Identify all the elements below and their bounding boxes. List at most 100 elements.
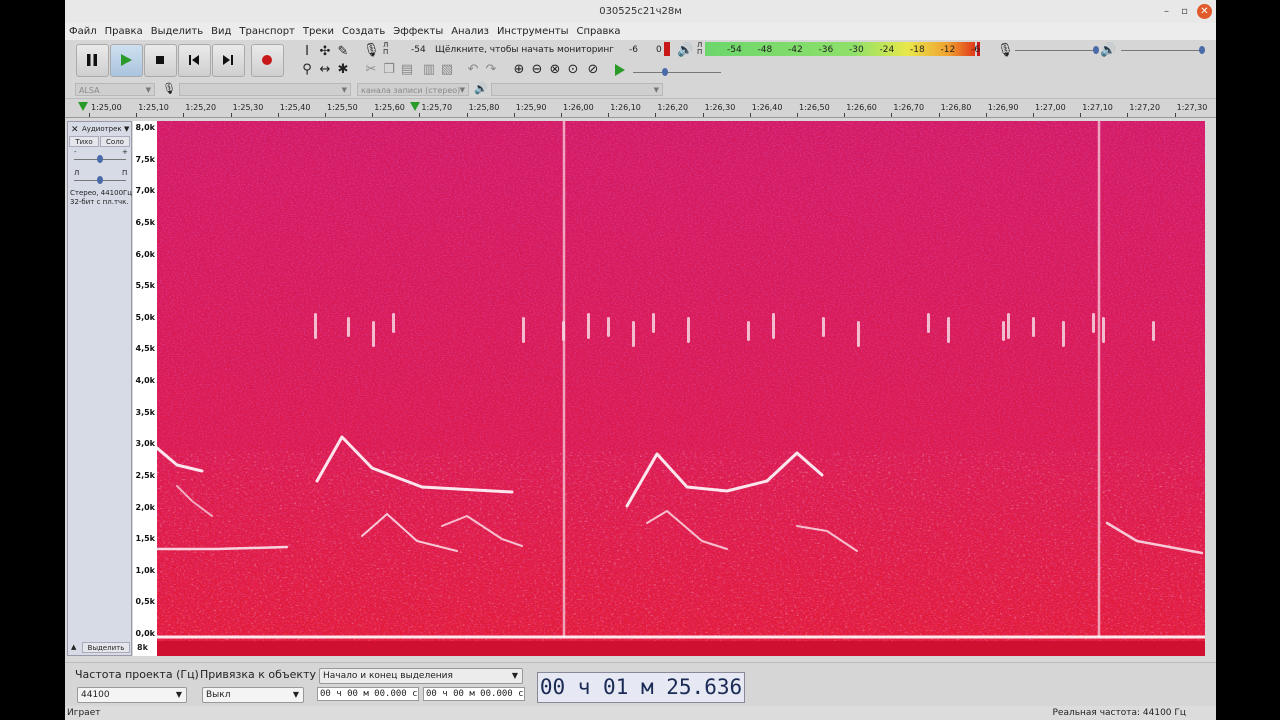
pulse-mark	[687, 317, 690, 343]
envelope-tool-icon[interactable]: ✣	[317, 44, 333, 60]
audio-position-display[interactable]: 00 ч 01 м 25.636 с	[537, 672, 745, 720]
track-menu-chevron-icon[interactable]: ▼	[124, 125, 129, 133]
playback-position-icon	[410, 102, 420, 111]
ruler-tick-mark	[230, 113, 232, 117]
play-speed-slider[interactable]	[633, 72, 721, 73]
play-meter-scale-label: -12	[940, 45, 956, 55]
selection-mode-select[interactable]: Начало и конец выделения ▼	[319, 668, 523, 684]
recording-device-select[interactable]: ▼	[179, 83, 351, 96]
playback-device-select[interactable]: ▼	[491, 83, 663, 96]
solo-button[interactable]: Соло	[100, 136, 130, 147]
frequency-label: 4,5k	[135, 344, 156, 354]
select-track-button[interactable]: Выделить	[82, 642, 130, 653]
zoom-toggle-icon[interactable]: ⊘	[585, 62, 601, 78]
chevron-down-icon: ▼	[145, 86, 151, 94]
play-volume-slider[interactable]	[1121, 50, 1203, 51]
zoom-tool-icon[interactable]: ⚲	[299, 62, 315, 78]
play-button[interactable]	[110, 44, 143, 77]
zoom-out-icon[interactable]: ⊖	[529, 62, 545, 78]
stop-button[interactable]	[144, 44, 177, 77]
pulse-mark	[772, 313, 775, 339]
play-speed-thumb[interactable]	[662, 68, 668, 76]
selection-end-field[interactable]: 00 ч 00 м 00.000 с	[423, 687, 525, 701]
redo-icon[interactable]: ↷	[483, 62, 499, 78]
record-volume-icon: 🎙	[997, 43, 1014, 58]
record-meter-hint[interactable]: Щёлкните, чтобы начать мониторинг	[435, 45, 614, 55]
pause-icon	[87, 54, 97, 66]
play-meter-channels: Л П	[697, 41, 703, 56]
frequency-label: 1,5k	[135, 534, 156, 544]
selection-start-field[interactable]: 00 ч 00 м 00.000 с	[317, 687, 419, 701]
close-track-icon[interactable]: ✕	[71, 125, 79, 135]
ruler-tick-label: 1:27,20	[1129, 103, 1161, 112]
track-name[interactable]: Аудиотрек	[82, 125, 122, 133]
menu-transport[interactable]: Транспорт	[235, 23, 298, 40]
skip-start-button[interactable]	[178, 44, 211, 77]
ruler-tick-mark	[844, 113, 846, 117]
menu-view[interactable]: Вид	[207, 23, 235, 40]
maximize-icon[interactable]: ▫	[1177, 4, 1192, 19]
menu-file[interactable]: Файл	[65, 23, 101, 40]
cut-icon[interactable]: ✂	[363, 62, 379, 78]
close-icon[interactable]: ✕	[1197, 4, 1212, 19]
pulse-mark	[632, 321, 635, 347]
pulse-mark	[522, 317, 525, 343]
fit-selection-icon[interactable]: ⊗	[547, 62, 563, 78]
audio-host-select[interactable]: ALSA ▼	[75, 83, 155, 96]
gain-thumb[interactable]	[97, 155, 103, 163]
pause-button[interactable]	[76, 44, 109, 77]
menu-effects[interactable]: Эффекты	[389, 23, 447, 40]
minimize-icon[interactable]: –	[1159, 4, 1174, 19]
silence-icon[interactable]: ▧	[439, 62, 455, 78]
speaker-icon[interactable]: 🔊	[677, 43, 693, 59]
play-at-speed-icon[interactable]	[614, 64, 626, 76]
record-button[interactable]	[251, 44, 284, 77]
play-meter-scale-label: -54	[727, 45, 742, 55]
paste-icon[interactable]: ▤	[399, 62, 415, 78]
trim-icon[interactable]: ▥	[421, 62, 437, 78]
play-meter-scale-label: -48	[757, 45, 773, 55]
menu-edit[interactable]: Правка	[101, 23, 147, 40]
zoom-in-icon[interactable]: ⊕	[511, 62, 527, 78]
copy-icon[interactable]: ❐	[381, 62, 397, 78]
ruler-tick-label: 1:26,20	[657, 103, 689, 112]
pulse-mark	[1032, 317, 1035, 337]
recording-channels-select[interactable]: канала записи (стерео) ▼	[357, 83, 469, 96]
timeline-ruler[interactable]: 1:25,00 1:25,10 1:25,20 1:25,30 1:25,40 1:25,…	[65, 99, 1216, 118]
frequency-label: 7,0k	[135, 186, 156, 196]
menu-generate[interactable]: Создать	[338, 23, 389, 40]
fit-project-icon[interactable]: ⊙	[565, 62, 581, 78]
pulse-mark	[607, 317, 610, 337]
ruler-tick-label: 1:25,70	[421, 103, 453, 112]
draw-tool-icon[interactable]: ✎	[335, 44, 351, 60]
pulse-mark	[822, 317, 825, 337]
snap-to-select[interactable]: Выкл ▼	[202, 687, 304, 703]
selection-tool-icon[interactable]: I	[299, 44, 315, 60]
stop-icon	[156, 56, 164, 64]
menu-tools[interactable]: Инструменты	[493, 23, 573, 40]
play-meter-bar	[705, 42, 975, 56]
menu-tracks[interactable]: Треки	[299, 23, 338, 40]
project-rate-select[interactable]: 44100 ▼	[77, 687, 187, 703]
record-volume-thumb[interactable]	[1093, 46, 1099, 54]
chevron-down-icon: ▼	[175, 690, 182, 699]
ruler-tick-label: 1:25,80	[468, 103, 500, 112]
spectrogram[interactable]	[157, 121, 1205, 643]
timeshift-tool-icon[interactable]: ↔	[317, 62, 333, 78]
frequency-label: 1,0k	[135, 565, 156, 575]
menu-help[interactable]: Справка	[573, 23, 625, 40]
undo-icon[interactable]: ↶	[465, 62, 481, 78]
microphone-icon[interactable]: 🎙	[363, 43, 380, 59]
record-volume-slider[interactable]	[1015, 50, 1097, 51]
pan-thumb[interactable]	[97, 176, 103, 184]
multi-tool-icon[interactable]: ✱	[335, 62, 351, 78]
menu-select[interactable]: Выделить	[147, 23, 207, 40]
skip-end-button[interactable]	[212, 44, 245, 77]
play-volume-thumb[interactable]	[1199, 46, 1205, 54]
mute-button[interactable]: Тихо	[69, 136, 99, 147]
menu-analyze[interactable]: Анализ	[447, 23, 493, 40]
ruler-tick-label: 1:26,90	[987, 103, 1019, 112]
collapse-track-icon[interactable]: ▲	[71, 643, 76, 651]
ruler-tick-mark	[136, 113, 138, 117]
pulse-mark	[392, 313, 395, 333]
